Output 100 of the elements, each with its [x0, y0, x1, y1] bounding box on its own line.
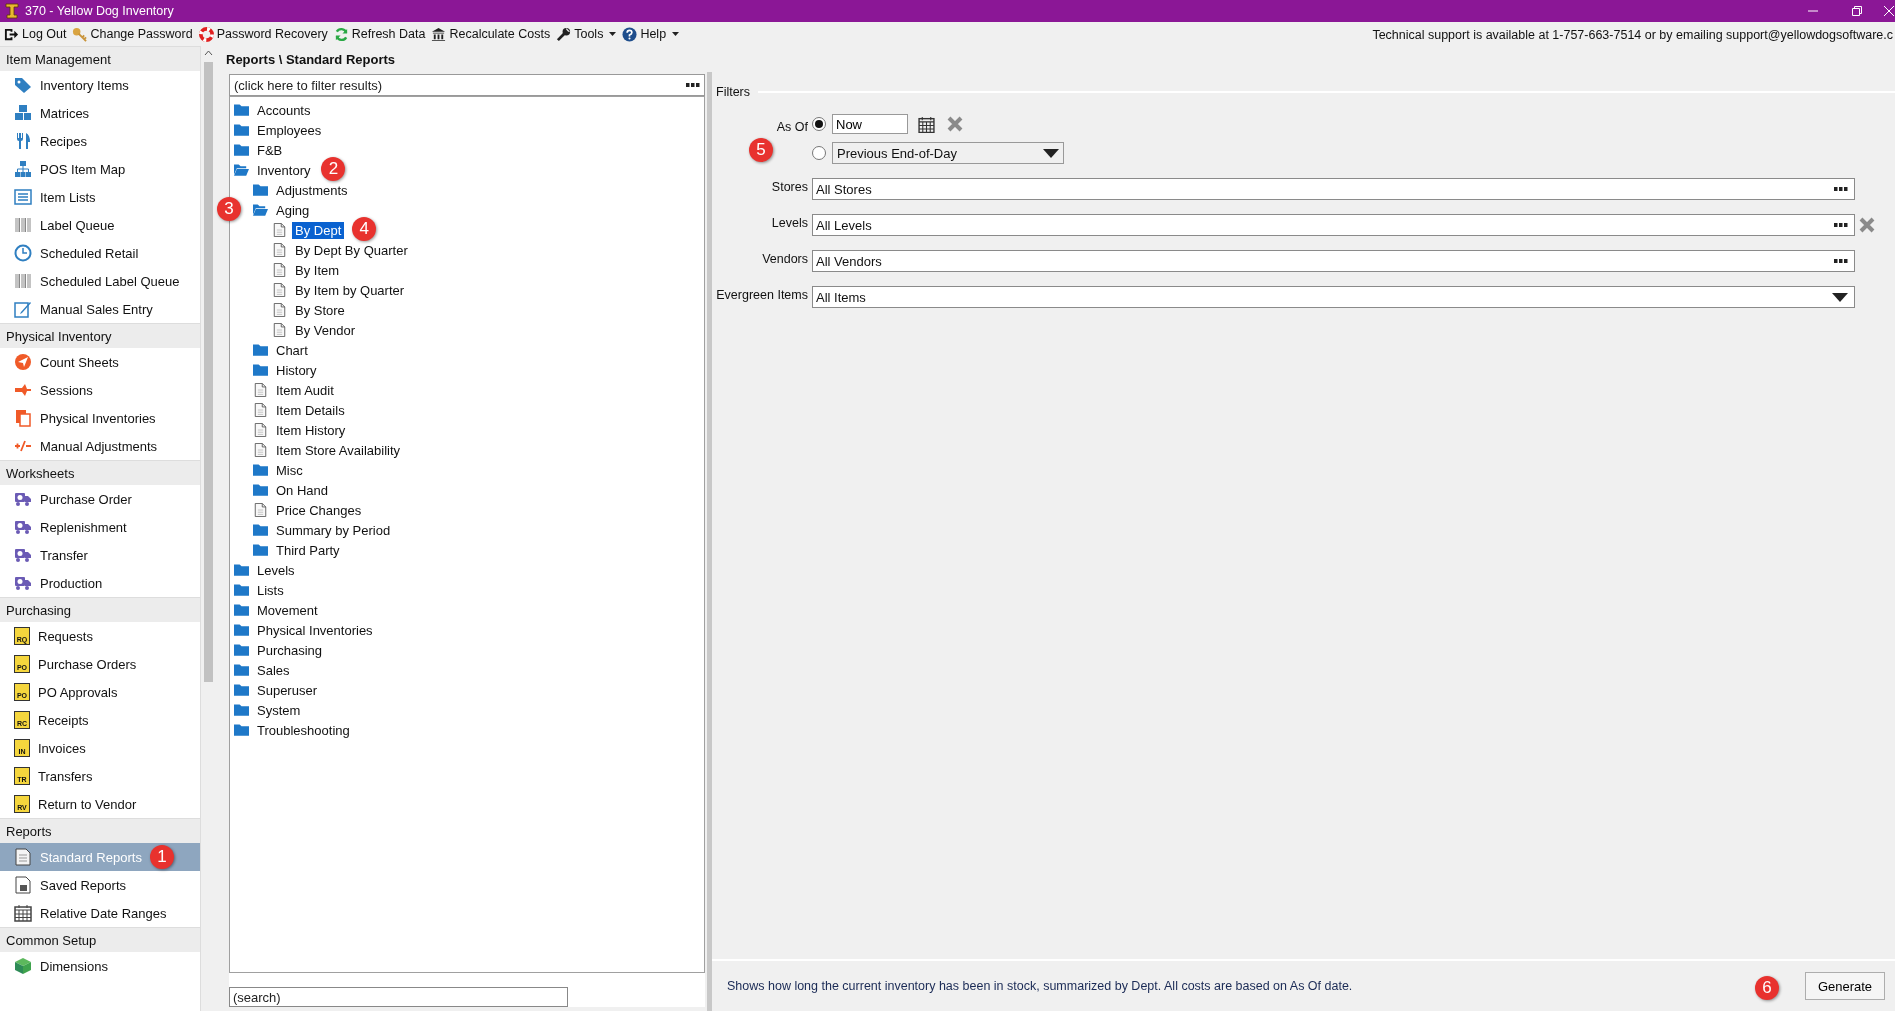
toolbar-button[interactable]: Help: [620, 26, 684, 42]
more-icon[interactable]: [1834, 187, 1848, 191]
calendar-icon[interactable]: [918, 115, 935, 133]
scroll-up-icon[interactable]: [204, 49, 213, 58]
folder-icon: [234, 623, 249, 637]
tree-item[interactable]: Lists: [254, 581, 287, 599]
folder-icon: [234, 703, 249, 717]
tree-item[interactable]: Item History: [273, 421, 349, 439]
dropdown-arrow-icon[interactable]: [1832, 292, 1848, 302]
lifebuoy-icon: [198, 26, 214, 42]
bank-icon: [431, 26, 447, 42]
tree-item[interactable]: History: [273, 361, 320, 379]
tree-item[interactable]: By Item by Quarter: [292, 281, 408, 299]
toolbar-button[interactable]: Tools: [554, 26, 621, 42]
open-folder-icon: [253, 203, 268, 217]
support-text: Technical support is available at 1-757-663-7514 or by emailing support@yellowdogsoftware.c: [1372, 27, 1893, 42]
tree-item[interactable]: Summary by Period: [273, 521, 394, 539]
tree-item[interactable]: Item Details: [273, 401, 348, 419]
truck-icon: [14, 490, 32, 508]
radio-button[interactable]: [812, 146, 826, 160]
number-marker: 1: [150, 845, 174, 869]
folder-icon: [253, 543, 268, 557]
barcode-icon: [14, 272, 32, 290]
tree-item[interactable]: F&B: [254, 141, 286, 159]
dropdown[interactable]: All Items: [812, 286, 1855, 308]
folder-icon: [234, 643, 249, 657]
dropdown[interactable]: Previous End-of-Day: [832, 142, 1064, 164]
report-icon: [272, 243, 287, 257]
folder-icon: [234, 603, 249, 617]
barcode-icon: [14, 216, 32, 234]
app-icon: [4, 3, 20, 19]
tree-item[interactable]: System: [254, 701, 304, 719]
toolbar-button[interactable]: Log Out: [2, 26, 71, 42]
folder-icon: [253, 463, 268, 477]
toolbar-button[interactable]: Refresh Data: [331, 26, 430, 42]
tag-icon: [14, 76, 32, 94]
more-icon[interactable]: [686, 83, 700, 87]
caret-icon: [672, 32, 680, 36]
report-icon: [253, 503, 268, 517]
input-field[interactable]: All Levels: [812, 214, 1855, 236]
tree-item[interactable]: Movement: [254, 601, 321, 619]
dropdown-arrow-icon[interactable]: [1043, 148, 1059, 158]
tree-item[interactable]: Physical Inventories: [254, 621, 376, 639]
tree-item[interactable]: By Store: [292, 301, 348, 319]
sidebar-section-header[interactable]: Purchasing: [0, 597, 200, 622]
folder-icon: [253, 343, 268, 357]
section-title: Filters: [716, 85, 751, 99]
tree-item[interactable]: Superuser: [254, 681, 320, 699]
sidebar-section-header[interactable]: Worksheets: [0, 460, 200, 485]
sidebar-section-header[interactable]: Reports: [0, 818, 200, 843]
date-field[interactable]: Now: [832, 114, 908, 134]
toolbar-button[interactable]: Password Recovery: [196, 26, 332, 42]
folder-icon: [253, 523, 268, 537]
close-icon[interactable]: [1883, 5, 1895, 17]
toolbar-button[interactable]: Recalculate Costs: [429, 26, 555, 42]
tree-item[interactable]: On Hand: [273, 481, 332, 499]
folder-icon: [253, 183, 268, 197]
radio-button[interactable]: [812, 117, 826, 131]
tree-item[interactable]: Troubleshooting: [254, 721, 353, 739]
tree-item[interactable]: By Dept By Quarter: [292, 241, 411, 259]
input-field[interactable]: All Vendors: [812, 250, 1855, 272]
tree-item[interactable]: Employees: [254, 121, 325, 139]
tree-item[interactable]: Third Party: [273, 541, 343, 559]
truck-icon: [14, 518, 32, 536]
sidebar-item[interactable]: Standard Reports 1: [0, 843, 200, 871]
paper-plane-icon: [14, 353, 32, 371]
tree-item[interactable]: Chart: [273, 341, 311, 359]
tree-item[interactable]: By Vendor: [292, 321, 358, 339]
clear-icon[interactable]: [947, 116, 963, 132]
folder-icon: [253, 363, 268, 377]
tree-item[interactable]: Sales: [254, 661, 293, 679]
refresh-icon: [333, 26, 349, 42]
more-icon[interactable]: [1834, 259, 1848, 263]
tree-item[interactable]: By Item: [292, 261, 343, 279]
sidebar-section-header[interactable]: Common Setup: [0, 927, 200, 952]
tree-item[interactable]: Accounts: [254, 101, 314, 119]
key-icon: [72, 26, 88, 42]
tree-item[interactable]: Aging: [273, 201, 313, 219]
tree-item[interactable]: Purchasing: [254, 641, 326, 659]
input-field[interactable]: All Stores: [812, 178, 1855, 200]
tree-item[interactable]: Adjustments: [273, 181, 351, 199]
number-marker: 2: [321, 157, 346, 181]
wrench-icon: [556, 26, 572, 42]
toolbar-button[interactable]: Change Password: [70, 26, 197, 42]
filter-field[interactable]: (click here to filter results): [229, 74, 705, 96]
sidebar-section-header[interactable]: Physical Inventory: [0, 323, 200, 348]
tree-item[interactable]: Inventory: [254, 161, 314, 179]
search-field[interactable]: (search): [229, 987, 568, 1007]
clear-icon[interactable]: [1859, 217, 1875, 233]
tree-item[interactable]: Item Store Availability: [273, 441, 404, 459]
tree-item[interactable]: Item Audit: [273, 381, 337, 399]
field-label: Levels: [770, 215, 808, 230]
tree-item[interactable]: By Dept: [292, 221, 345, 239]
generate-button[interactable]: Generate: [1805, 972, 1885, 1000]
tree-item[interactable]: Levels: [254, 561, 298, 579]
sidebar-section-header[interactable]: Item Management: [0, 46, 200, 71]
restore-icon[interactable]: [1851, 5, 1863, 17]
tree-item[interactable]: Price Changes: [273, 501, 365, 519]
tree-item[interactable]: Misc: [273, 461, 306, 479]
more-icon[interactable]: [1834, 223, 1848, 227]
